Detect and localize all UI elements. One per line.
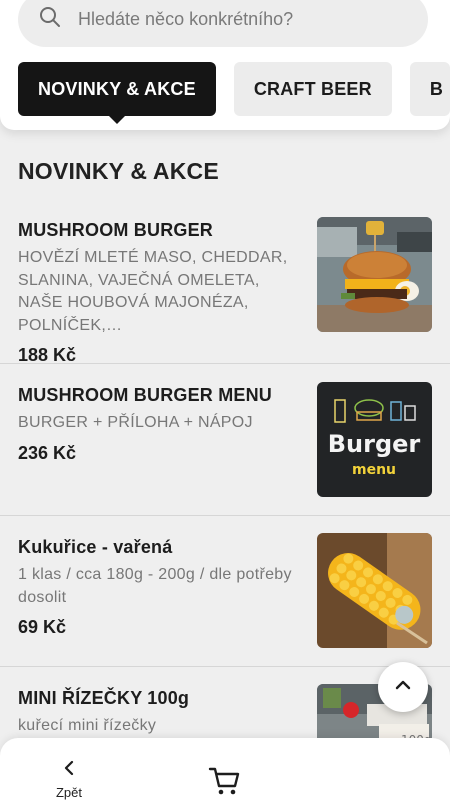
category-tabs: NOVINKY & AKCE CRAFT BEER B xyxy=(18,62,450,124)
scroll-to-top-button[interactable] xyxy=(378,662,428,712)
item-description: 1 klas / cca 180g - 200g / dle potřeby d… xyxy=(18,566,292,606)
item-description: BURGER + PŘÍLOHA + NÁPOJ xyxy=(18,414,253,431)
item-name: MUSHROOM BURGER xyxy=(18,220,213,240)
search-input[interactable]: Hledáte něco konkrétního? xyxy=(78,9,293,30)
search-bar[interactable]: Hledáte něco konkrétního? xyxy=(18,0,428,47)
back-label: Zpět xyxy=(55,785,82,800)
header-panel: Hledáte něco konkrétního? NOVINKY & AKCE… xyxy=(0,0,450,130)
item-name: MUSHROOM BURGER MENU xyxy=(18,385,272,405)
tab-novinky-akce[interactable]: NOVINKY & AKCE xyxy=(18,62,216,124)
chevron-up-icon xyxy=(393,675,413,700)
item-name: MINI ŘÍZEČKY 100g xyxy=(18,688,190,708)
menu-item[interactable]: MUSHROOM BURGER HOVĚZÍ MLETÉ MASO, CHEDD… xyxy=(0,203,450,365)
item-price: 69 Kč xyxy=(18,617,67,637)
menu-item[interactable]: Kukuřice - vařená 1 klas / cca 180g - 20… xyxy=(0,516,450,667)
chevron-left-icon xyxy=(59,760,79,782)
corn-image xyxy=(317,533,432,648)
bottom-nav: Zpět xyxy=(0,738,450,800)
burger-image xyxy=(317,217,432,332)
burger-chalk-text: Burger xyxy=(328,430,421,458)
menu-chalk-text: menu xyxy=(352,462,396,478)
cart-icon xyxy=(208,767,242,800)
back-button[interactable]: Zpět xyxy=(50,758,88,800)
item-price: 236 Kč xyxy=(18,442,77,463)
menu-item[interactable]: MUSHROOM BURGER MENU BURGER + PŘÍLOHA + … xyxy=(0,364,450,516)
tab-next[interactable]: B xyxy=(409,62,450,116)
item-name: Kukuřice - vařená xyxy=(18,537,173,557)
item-description: kuřecí mini řízečky xyxy=(18,717,157,734)
section-title: NOVINKY & AKCE xyxy=(18,158,219,184)
item-description: HOVĚZÍ MLETÉ MASO, CHEDDAR, SLANINA, VAJ… xyxy=(18,249,288,334)
tab-craft-beer[interactable]: CRAFT BEER xyxy=(233,62,392,116)
search-icon xyxy=(38,5,62,34)
cart-button[interactable] xyxy=(208,764,242,800)
item-price: 188 Kč xyxy=(18,345,77,365)
burger-menu-image: Burger menu xyxy=(317,382,432,497)
